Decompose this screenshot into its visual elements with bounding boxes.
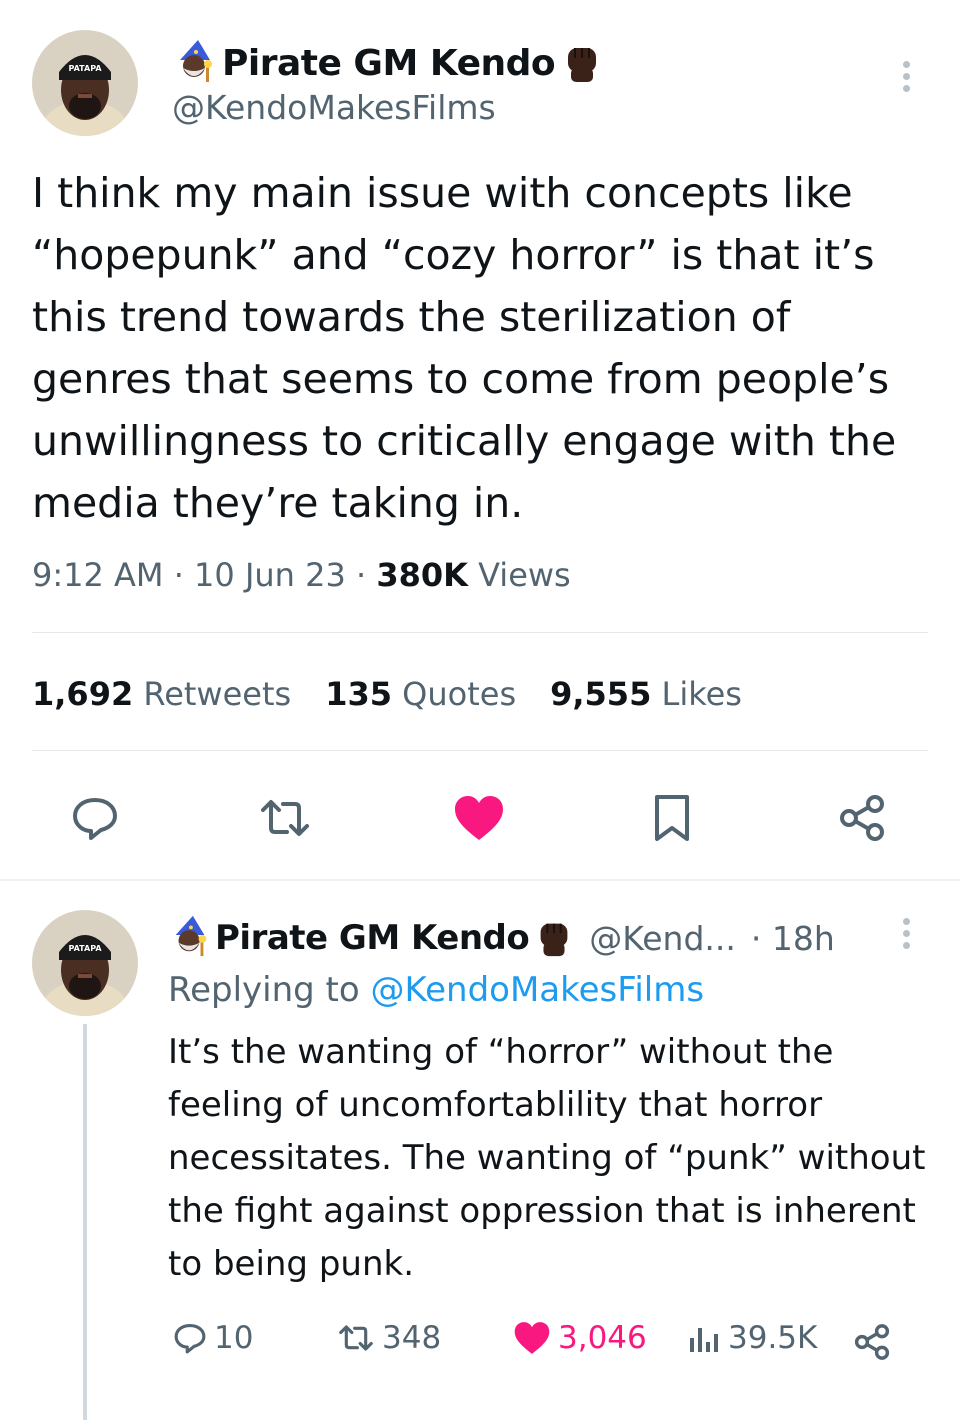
reply-text: It’s the wanting of “horror” without the… — [168, 1032, 926, 1284]
share-icon — [840, 795, 884, 841]
tweet-time[interactable]: 9:12 AM — [32, 556, 164, 594]
reply-header: Pirate GM Kendo @Kend... · 18h — [168, 914, 835, 962]
divider — [32, 750, 928, 751]
replying-to-handle[interactable]: @KendoMakesFilms — [371, 970, 705, 1010]
replying-to: Replying to @KendoMakesFilms — [168, 970, 704, 1010]
views-icon — [690, 1328, 718, 1352]
retweet-icon — [261, 800, 309, 836]
views-count: 380K — [376, 556, 468, 594]
retweets-label: Retweets — [143, 675, 292, 713]
quotes-stat[interactable]: 135 Quotes — [325, 675, 516, 713]
reply-replies-count: 10 — [214, 1320, 254, 1356]
views-label: Views — [478, 556, 571, 594]
reply-reply-button[interactable]: 10 — [172, 1320, 253, 1356]
section-divider — [0, 879, 960, 881]
meta-separator: · — [356, 556, 367, 594]
bookmark-button[interactable] — [644, 790, 700, 846]
likes-label: Likes — [661, 675, 742, 713]
quotes-label: Quotes — [402, 675, 517, 713]
raised-fist-icon — [532, 914, 576, 962]
quotes-count: 135 — [325, 675, 392, 713]
share-button[interactable] — [834, 790, 890, 846]
mage-icon — [168, 914, 212, 962]
divider — [32, 632, 928, 633]
replying-to-prefix: Replying to — [168, 970, 360, 1010]
reply-share-button[interactable] — [852, 1322, 892, 1362]
reply-retweet-button[interactable]: 348 — [336, 1320, 441, 1356]
like-button[interactable] — [451, 790, 507, 846]
svg-text:PATAPA: PATAPA — [68, 944, 102, 953]
reply-display-name[interactable]: Pirate GM Kendo — [215, 918, 530, 958]
author-name-row: Pirate GM Kendo — [172, 38, 605, 88]
tweet-text: I think my main issue with concepts like… — [32, 169, 897, 527]
bookmark-icon — [655, 795, 689, 841]
svg-text:PATAPA: PATAPA — [68, 64, 102, 73]
meta-separator: · — [173, 556, 184, 594]
share-icon — [854, 1324, 890, 1360]
reply-author-avatar[interactable]: PATAPA — [32, 910, 138, 1016]
retweet-button[interactable] — [257, 790, 313, 846]
thread-line — [83, 1024, 87, 1420]
reply-handle[interactable]: @Kend... — [589, 919, 736, 958]
reply-retweets-count: 348 — [382, 1320, 442, 1356]
retweets-count: 1,692 — [32, 675, 134, 713]
reply-like-button[interactable]: 3,046 — [512, 1320, 647, 1356]
like-icon — [455, 796, 503, 840]
reply-icon — [174, 1323, 206, 1354]
reply-button[interactable] — [67, 790, 123, 846]
reply-time[interactable]: · 18h — [751, 919, 835, 958]
reply-more-options-icon[interactable] — [903, 913, 910, 954]
reply-views-button[interactable]: 39.5K — [686, 1320, 817, 1356]
tweet-meta: 9:12 AM · 10 Jun 23 · 380K Views — [32, 556, 571, 594]
reply-likes-count: 3,046 — [558, 1320, 647, 1356]
author-display-name[interactable]: Pirate GM Kendo — [222, 43, 556, 84]
reply-views-count: 39.5K — [728, 1320, 818, 1356]
author-handle[interactable]: @KendoMakesFilms — [172, 88, 496, 127]
tweet-date[interactable]: 10 Jun 23 — [194, 556, 346, 594]
engagement-stats: 1,692 Retweets 135 Quotes 9,555 Likes — [32, 675, 742, 713]
like-icon — [514, 1322, 550, 1354]
likes-stat[interactable]: 9,555 Likes — [550, 675, 742, 713]
more-options-icon[interactable] — [903, 56, 910, 97]
raised-fist-icon — [559, 38, 605, 88]
reply-icon — [73, 798, 117, 840]
author-avatar[interactable]: PATAPA — [32, 30, 138, 136]
likes-count: 9,555 — [550, 675, 652, 713]
retweet-icon — [339, 1325, 373, 1351]
retweets-stat[interactable]: 1,692 Retweets — [32, 675, 291, 713]
mage-icon — [172, 38, 218, 88]
